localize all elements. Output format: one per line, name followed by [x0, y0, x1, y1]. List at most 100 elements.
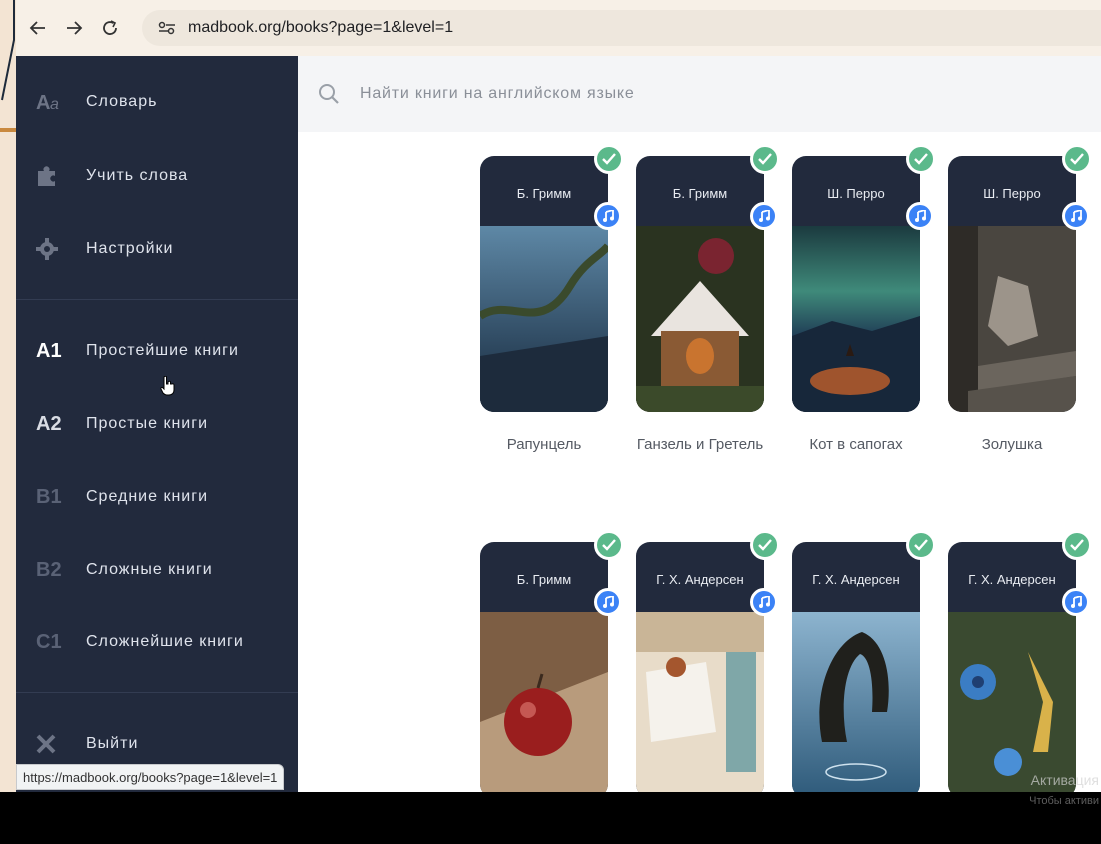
level-badge: A2: [36, 412, 62, 435]
book-author: Ш. Перро: [827, 186, 885, 201]
puzzle-icon: [16, 165, 86, 187]
book-title[interactable]: Ганзель и Гретель: [620, 436, 780, 453]
book-illustration: [948, 612, 1076, 792]
frame-accent-line: [0, 128, 16, 132]
sidebar-divider: [16, 692, 298, 693]
book-illustration: [948, 226, 1076, 412]
book-card[interactable]: Б. Гримм: [480, 144, 624, 412]
back-arrow-icon: [29, 21, 45, 35]
forward-button[interactable]: [56, 10, 92, 46]
site-settings-icon[interactable]: [156, 17, 178, 39]
audio-note-icon: [750, 202, 778, 230]
book-illustration: [636, 226, 764, 412]
book-author: Г. Х. Андерсен: [968, 572, 1056, 587]
forward-arrow-icon: [67, 21, 83, 35]
dictionary-icon: Aa: [16, 92, 86, 112]
search-input[interactable]: Найти книги на английском языке: [298, 56, 1101, 132]
sidebar-item-label: Сложные книги: [86, 561, 213, 578]
book-illustration: [792, 612, 920, 792]
book-cover: Б. Гримм: [480, 542, 608, 792]
book-title[interactable]: Кот в сапогах: [776, 436, 936, 453]
book-cover: Б. Гримм: [480, 156, 608, 412]
read-check-icon: [906, 530, 936, 560]
sidebar-level-a2[interactable]: A2 Простые книги: [16, 398, 298, 450]
read-check-icon: [750, 530, 780, 560]
reload-icon: [103, 20, 117, 35]
audio-note-icon: [594, 588, 622, 616]
main-content: Найти книги на английском языке Б. Гримм…: [298, 56, 1101, 792]
book-cover: Г. Х. Андерсен: [948, 542, 1076, 792]
svg-text:a: a: [50, 96, 59, 112]
sidebar-item-learn-words[interactable]: Учить слова: [16, 150, 298, 202]
back-button[interactable]: [20, 10, 56, 46]
hand-cursor-icon: [160, 376, 175, 396]
book-card[interactable]: Г. Х. Андерсен: [636, 530, 780, 792]
audio-note-icon: [1062, 588, 1090, 616]
book-title[interactable]: Рапунцель: [464, 436, 624, 453]
level-badge: B1: [36, 485, 62, 508]
book-author: Ш. Перро: [983, 186, 1041, 201]
sidebar-divider: [16, 299, 298, 300]
book-illustration: [636, 612, 764, 792]
book-illustration: [480, 226, 608, 412]
browser-toolbar: madbook.org/books?page=1&level=1: [16, 0, 1101, 56]
search-icon: [319, 84, 339, 104]
read-check-icon: [1062, 144, 1092, 174]
audio-note-icon: [750, 588, 778, 616]
activation-watermark: Активация: [1030, 772, 1099, 788]
sidebar-item-label: Словарь: [86, 93, 158, 110]
book-author: Б. Гримм: [516, 572, 572, 587]
book-illustration: [792, 226, 920, 412]
book-cover: Ш. Перро: [948, 156, 1076, 412]
status-url-tooltip: https://madbook.org/books?page=1&level=1: [16, 764, 285, 790]
close-icon: [16, 734, 86, 754]
sidebar: Aa Словарь Учить слова Настройки A1 Прос…: [16, 56, 298, 792]
reload-button[interactable]: [92, 10, 128, 46]
sidebar-level-b1[interactable]: B1 Средние книги: [16, 471, 298, 523]
frame-decoration: [1, 0, 15, 101]
browser-window: madbook.org/books?page=1&level=1 Aa Слов…: [16, 0, 1101, 792]
book-title[interactable]: Золушка: [932, 436, 1092, 453]
gear-icon: [16, 238, 86, 260]
book-author: Г. Х. Андерсен: [812, 572, 900, 587]
sidebar-item-logout[interactable]: Выйти: [16, 718, 298, 770]
sidebar-item-label: Учить слова: [86, 167, 189, 184]
sidebar-item-settings[interactable]: Настройки: [16, 223, 298, 275]
sidebar-item-label: Настройки: [86, 240, 174, 257]
book-card[interactable]: Ш. Перро: [948, 144, 1092, 412]
read-check-icon: [594, 144, 624, 174]
sidebar-item-label: Сложнейшие книги: [86, 633, 244, 650]
sidebar-item-label: Простые книги: [86, 415, 209, 432]
book-cover: Ш. Перро: [792, 156, 920, 412]
read-check-icon: [1062, 530, 1092, 560]
sidebar-item-label: Средние книги: [86, 488, 208, 505]
activation-watermark-subtext: Чтобы активи: [1029, 795, 1099, 807]
book-card[interactable]: Б. Гримм: [480, 530, 624, 792]
book-author: Б. Гримм: [516, 186, 572, 201]
book-card[interactable]: Б. Гримм: [636, 144, 780, 412]
book-card[interactable]: Г. Х. Андерсен: [948, 530, 1092, 792]
book-cover: Б. Гримм: [636, 156, 764, 412]
svg-text:A: A: [36, 92, 50, 112]
book-author: Б. Гримм: [672, 186, 728, 201]
book-card[interactable]: Г. Х. Андерсен: [792, 530, 936, 792]
audio-note-icon: [1062, 202, 1090, 230]
level-badge: B2: [36, 558, 62, 581]
read-check-icon: [594, 530, 624, 560]
address-bar[interactable]: madbook.org/books?page=1&level=1: [142, 10, 1101, 46]
sidebar-item-label: Выйти: [86, 735, 139, 752]
sidebar-level-b2[interactable]: B2 Сложные книги: [16, 544, 298, 596]
read-check-icon: [750, 144, 780, 174]
book-illustration: [480, 612, 608, 792]
level-badge: C1: [36, 630, 62, 653]
book-cover: Г. Х. Андерсен: [792, 542, 920, 792]
book-card[interactable]: Ш. Перро: [792, 144, 936, 412]
sidebar-item-dictionary[interactable]: Aa Словарь: [16, 76, 298, 128]
audio-note-icon: [594, 202, 622, 230]
search-placeholder: Найти книги на английском языке: [360, 85, 635, 102]
book-author: Г. Х. Андерсен: [656, 572, 744, 587]
sidebar-level-a1[interactable]: A1 Простейшие книги: [16, 325, 298, 377]
audio-note-icon: [906, 202, 934, 230]
sidebar-item-label: Простейшие книги: [86, 342, 239, 359]
sidebar-level-c1[interactable]: C1 Сложнейшие книги: [16, 616, 298, 668]
